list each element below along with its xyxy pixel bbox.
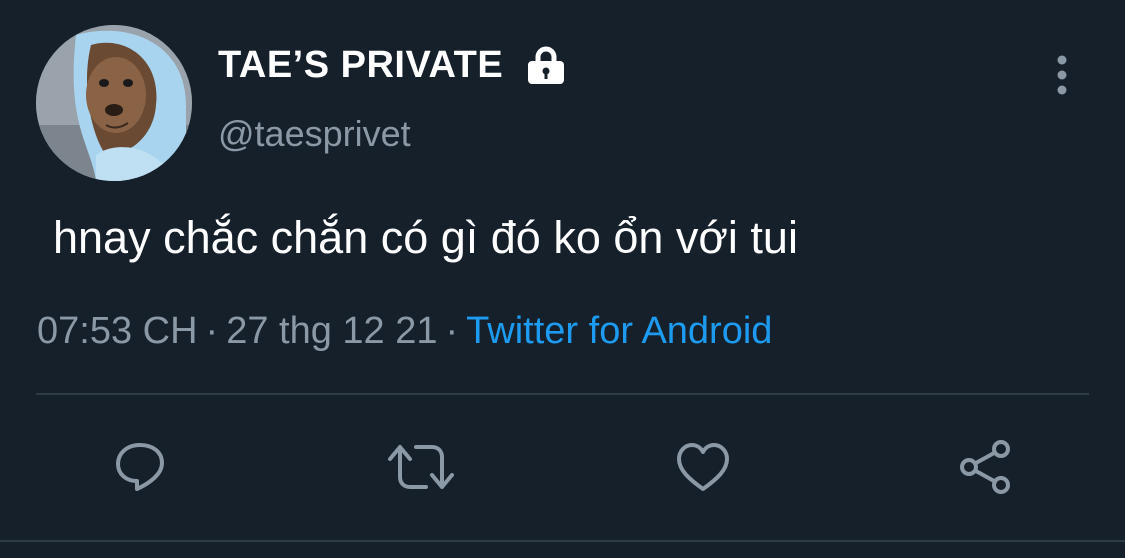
retweet-button[interactable] <box>386 432 456 502</box>
divider <box>0 540 1125 542</box>
divider <box>36 393 1089 395</box>
tweet-text: hnay chắc chắn có gì đó ko ổn với tui <box>53 212 798 263</box>
avatar-image <box>36 25 192 181</box>
tweet-date: 27 thg 12 21 <box>226 310 438 352</box>
display-name[interactable]: TAE’S PRIVATE <box>218 44 567 87</box>
reply-icon <box>116 443 164 491</box>
avatar[interactable] <box>36 25 192 181</box>
like-icon <box>677 443 729 491</box>
like-button[interactable] <box>668 432 738 502</box>
display-name-text: TAE’S PRIVATE <box>218 44 504 86</box>
separator: · <box>205 310 219 352</box>
lock-icon <box>525 46 567 86</box>
tweet-source-link[interactable]: Twitter for Android <box>466 310 772 352</box>
share-icon <box>960 440 1010 494</box>
separator: · <box>445 310 459 352</box>
reply-button[interactable] <box>105 432 175 502</box>
user-handle[interactable]: @taesprivet <box>218 113 411 155</box>
tweet-time: 07:53 CH <box>37 310 198 352</box>
retweet-icon <box>388 445 454 489</box>
more-options-icon[interactable] <box>1046 54 1078 98</box>
share-button[interactable] <box>950 432 1020 502</box>
tweet-metadata: 07:53 CH · 27 thg 12 21 · Twitter for Androi… <box>37 310 772 353</box>
